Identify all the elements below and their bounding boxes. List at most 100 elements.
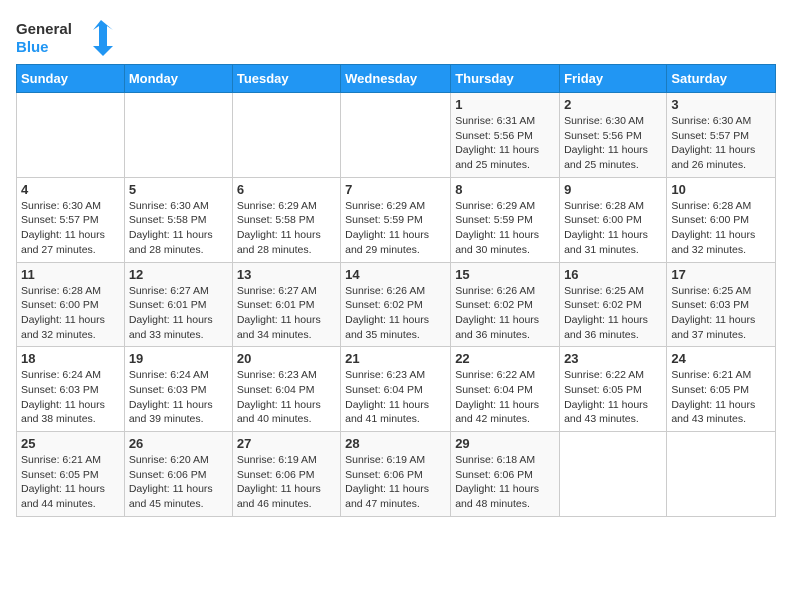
header-cell-tuesday: Tuesday [232, 65, 340, 93]
calendar-cell: 19 Sunrise: 6:24 AM Sunset: 6:03 PM Dayli… [124, 347, 232, 432]
day-info: Sunrise: 6:28 AM Sunset: 6:00 PM Dayligh… [21, 284, 120, 343]
day-number: 24 [671, 351, 771, 366]
header-cell-saturday: Saturday [667, 65, 776, 93]
day-number: 9 [564, 182, 662, 197]
day-info: Sunrise: 6:28 AM Sunset: 6:00 PM Dayligh… [564, 199, 662, 258]
logo-svg: General Blue [16, 16, 116, 56]
header-cell-sunday: Sunday [17, 65, 125, 93]
calendar-cell: 23Sunrise: 6:22 AM Sunset: 6:05 PM Dayli… [560, 347, 667, 432]
calendar-cell: 21Sunrise: 6:23 AM Sunset: 6:04 PM Dayli… [341, 347, 451, 432]
day-info: Sunrise: 6:25 AM Sunset: 6:03 PM Dayligh… [671, 284, 771, 343]
day-info: Sunrise: 6:27 AM Sunset: 6:01 PM Dayligh… [237, 284, 336, 343]
day-number: 13 [237, 267, 336, 282]
calendar-cell: 29Sunrise: 6:18 AM Sunset: 6:06 PM Dayli… [451, 432, 560, 517]
calendar-cell: 26 Sunrise: 6:20 AM Sunset: 6:06 PM Dayli… [124, 432, 232, 517]
calendar-cell: 28 Sunrise: 6:19 AM Sunset: 6:06 PM Dayli… [341, 432, 451, 517]
calendar-cell: 20 Sunrise: 6:23 AM Sunset: 6:04 PM Dayli… [232, 347, 340, 432]
day-number: 16 [564, 267, 662, 282]
calendar-cell [341, 93, 451, 178]
day-info: Sunrise: 6:22 AM Sunset: 6:04 PM Dayligh… [455, 368, 555, 427]
day-number: 27 [237, 436, 336, 451]
day-info: Sunrise: 6:18 AM Sunset: 6:06 PM Dayligh… [455, 453, 555, 512]
calendar-cell: 9 Sunrise: 6:28 AM Sunset: 6:00 PM Daylig… [560, 177, 667, 262]
calendar-cell: 17Sunrise: 6:25 AM Sunset: 6:03 PM Dayli… [667, 262, 776, 347]
week-row-0: 1 Sunrise: 6:31 AM Sunset: 5:56 PM Daylig… [17, 93, 776, 178]
logo: General Blue [16, 16, 116, 56]
calendar-header: SundayMondayTuesdayWednesdayThursdayFrid… [17, 65, 776, 93]
day-info: Sunrise: 6:30 AM Sunset: 5:57 PM Dayligh… [21, 199, 120, 258]
day-info: Sunrise: 6:24 AM Sunset: 6:03 PM Dayligh… [129, 368, 228, 427]
calendar-cell: 25 Sunrise: 6:21 AM Sunset: 6:05 PM Dayli… [17, 432, 125, 517]
day-info: Sunrise: 6:28 AM Sunset: 6:00 PM Dayligh… [671, 199, 771, 258]
calendar-body: 1 Sunrise: 6:31 AM Sunset: 5:56 PM Daylig… [17, 93, 776, 517]
calendar-cell [560, 432, 667, 517]
calendar-cell: 7Sunrise: 6:29 AM Sunset: 5:59 PM Daylig… [341, 177, 451, 262]
day-info: Sunrise: 6:29 AM Sunset: 5:59 PM Dayligh… [455, 199, 555, 258]
calendar-cell: 11 Sunrise: 6:28 AM Sunset: 6:00 PM Dayli… [17, 262, 125, 347]
week-row-4: 25 Sunrise: 6:21 AM Sunset: 6:05 PM Dayli… [17, 432, 776, 517]
day-info: Sunrise: 6:29 AM Sunset: 5:58 PM Dayligh… [237, 199, 336, 258]
day-info: Sunrise: 6:31 AM Sunset: 5:56 PM Dayligh… [455, 114, 555, 173]
day-number: 20 [237, 351, 336, 366]
day-number: 11 [21, 267, 120, 282]
day-number: 25 [21, 436, 120, 451]
day-number: 4 [21, 182, 120, 197]
calendar-cell: 24Sunrise: 6:21 AM Sunset: 6:05 PM Dayli… [667, 347, 776, 432]
day-info: Sunrise: 6:24 AM Sunset: 6:03 PM Dayligh… [21, 368, 120, 427]
header-row: SundayMondayTuesdayWednesdayThursdayFrid… [17, 65, 776, 93]
day-info: Sunrise: 6:19 AM Sunset: 6:06 PM Dayligh… [345, 453, 446, 512]
day-info: Sunrise: 6:20 AM Sunset: 6:06 PM Dayligh… [129, 453, 228, 512]
day-number: 18 [21, 351, 120, 366]
header-cell-thursday: Thursday [451, 65, 560, 93]
day-number: 3 [671, 97, 771, 112]
day-number: 14 [345, 267, 446, 282]
day-number: 5 [129, 182, 228, 197]
day-info: Sunrise: 6:23 AM Sunset: 6:04 PM Dayligh… [237, 368, 336, 427]
day-number: 2 [564, 97, 662, 112]
calendar-cell: 8 Sunrise: 6:29 AM Sunset: 5:59 PM Daylig… [451, 177, 560, 262]
header-cell-wednesday: Wednesday [341, 65, 451, 93]
day-info: Sunrise: 6:30 AM Sunset: 5:58 PM Dayligh… [129, 199, 228, 258]
day-number: 22 [455, 351, 555, 366]
calendar-cell: 10Sunrise: 6:28 AM Sunset: 6:00 PM Dayli… [667, 177, 776, 262]
svg-text:General: General [16, 21, 72, 38]
day-number: 12 [129, 267, 228, 282]
day-info: Sunrise: 6:26 AM Sunset: 6:02 PM Dayligh… [455, 284, 555, 343]
calendar-cell: 14 Sunrise: 6:26 AM Sunset: 6:02 PM Dayli… [341, 262, 451, 347]
calendar-cell: 15 Sunrise: 6:26 AM Sunset: 6:02 PM Dayli… [451, 262, 560, 347]
day-info: Sunrise: 6:21 AM Sunset: 6:05 PM Dayligh… [21, 453, 120, 512]
day-info: Sunrise: 6:26 AM Sunset: 6:02 PM Dayligh… [345, 284, 446, 343]
day-info: Sunrise: 6:22 AM Sunset: 6:05 PM Dayligh… [564, 368, 662, 427]
calendar-cell [667, 432, 776, 517]
calendar-cell [124, 93, 232, 178]
day-number: 7 [345, 182, 446, 197]
day-info: Sunrise: 6:23 AM Sunset: 6:04 PM Dayligh… [345, 368, 446, 427]
day-number: 15 [455, 267, 555, 282]
day-number: 1 [455, 97, 555, 112]
svg-text:Blue: Blue [16, 39, 49, 56]
day-info: Sunrise: 6:30 AM Sunset: 5:57 PM Dayligh… [671, 114, 771, 173]
day-number: 8 [455, 182, 555, 197]
day-number: 28 [345, 436, 446, 451]
day-info: Sunrise: 6:27 AM Sunset: 6:01 PM Dayligh… [129, 284, 228, 343]
week-row-1: 4 Sunrise: 6:30 AM Sunset: 5:57 PM Daylig… [17, 177, 776, 262]
calendar-cell [232, 93, 340, 178]
calendar-cell: 22 Sunrise: 6:22 AM Sunset: 6:04 PM Dayli… [451, 347, 560, 432]
day-number: 26 [129, 436, 228, 451]
day-info: Sunrise: 6:30 AM Sunset: 5:56 PM Dayligh… [564, 114, 662, 173]
day-info: Sunrise: 6:25 AM Sunset: 6:02 PM Dayligh… [564, 284, 662, 343]
calendar-cell: 12 Sunrise: 6:27 AM Sunset: 6:01 PM Dayli… [124, 262, 232, 347]
calendar-cell: 16 Sunrise: 6:25 AM Sunset: 6:02 PM Dayli… [560, 262, 667, 347]
calendar-cell: 18 Sunrise: 6:24 AM Sunset: 6:03 PM Dayli… [17, 347, 125, 432]
calendar-cell: 2 Sunrise: 6:30 AM Sunset: 5:56 PM Daylig… [560, 93, 667, 178]
page-header: General Blue [16, 16, 776, 56]
calendar-cell: 1 Sunrise: 6:31 AM Sunset: 5:56 PM Daylig… [451, 93, 560, 178]
calendar-cell: 27 Sunrise: 6:19 AM Sunset: 6:06 PM Dayli… [232, 432, 340, 517]
calendar-cell: 6Sunrise: 6:29 AM Sunset: 5:58 PM Daylig… [232, 177, 340, 262]
calendar-cell: 5 Sunrise: 6:30 AM Sunset: 5:58 PM Daylig… [124, 177, 232, 262]
calendar-cell: 3 Sunrise: 6:30 AM Sunset: 5:57 PM Daylig… [667, 93, 776, 178]
day-number: 19 [129, 351, 228, 366]
header-cell-monday: Monday [124, 65, 232, 93]
day-info: Sunrise: 6:19 AM Sunset: 6:06 PM Dayligh… [237, 453, 336, 512]
calendar-table: SundayMondayTuesdayWednesdayThursdayFrid… [16, 64, 776, 517]
